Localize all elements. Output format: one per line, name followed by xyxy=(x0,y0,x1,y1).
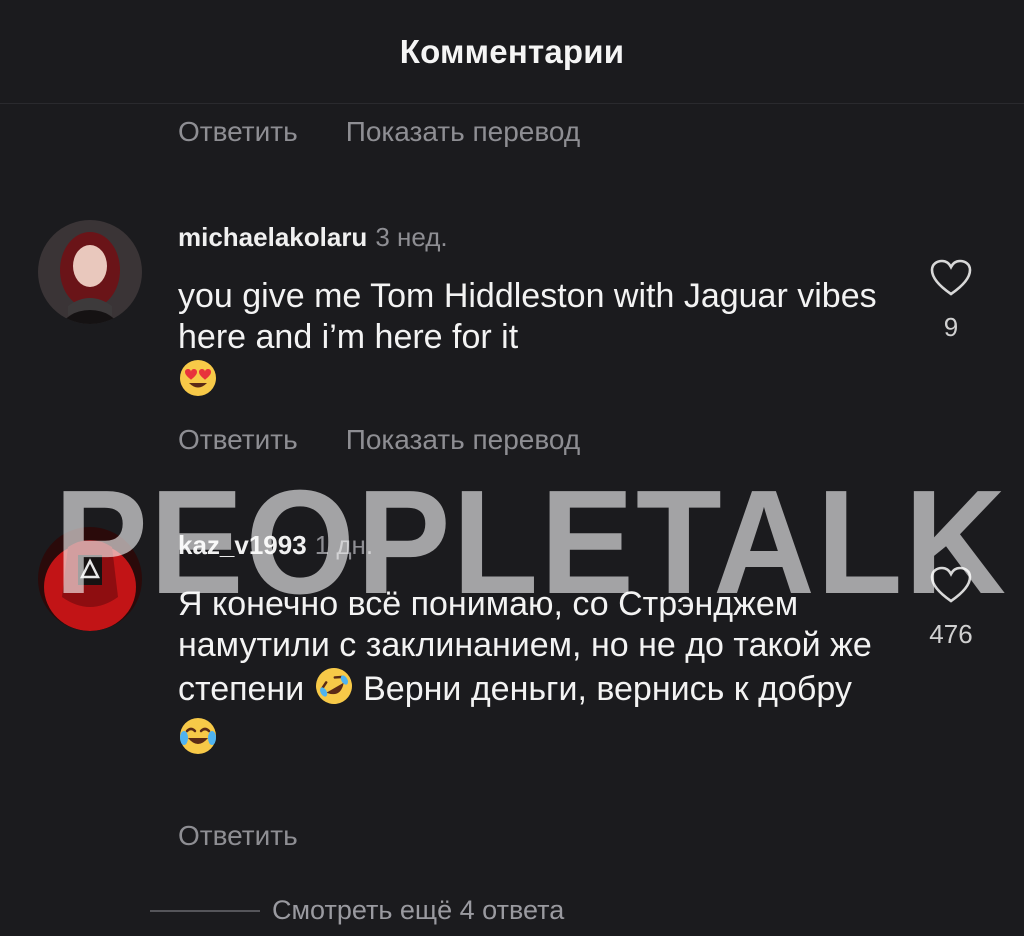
tears-of-joy-emoji-icon xyxy=(178,716,218,766)
comment-text: Я конечно всё понимаю, со Стрэнджем наму… xyxy=(178,584,898,766)
comments-screen: Комментарии Ответить Показать перевод mi… xyxy=(0,0,1024,936)
username[interactable]: kaz_v1993 xyxy=(178,530,307,560)
reply-button[interactable]: Ответить xyxy=(178,820,298,852)
comment-meta: kaz_v1993 1 дн. xyxy=(178,530,373,561)
comment-meta: michaelakolaru 3 нед. xyxy=(178,222,448,253)
like-control[interactable]: 9 xyxy=(921,258,981,343)
reply-button[interactable]: Ответить xyxy=(178,424,298,456)
like-count: 9 xyxy=(943,312,959,342)
comment-actions: Ответить xyxy=(178,820,298,852)
avatar[interactable] xyxy=(38,527,142,631)
comment-actions: Ответить Показать перевод xyxy=(178,424,580,456)
divider-line xyxy=(150,909,260,912)
comment-text: you give me Tom Hiddleston with Jaguar v… xyxy=(178,276,898,408)
like-control[interactable]: 476 xyxy=(921,565,981,650)
comment-body: you give me Tom Hiddleston with Jaguar v… xyxy=(178,277,877,356)
username[interactable]: michaelakolaru xyxy=(178,222,367,252)
show-translation-button[interactable]: Показать перевод xyxy=(346,424,581,456)
reply-button[interactable]: Ответить xyxy=(178,116,298,148)
comments-header: Комментарии xyxy=(0,0,1024,104)
view-more-replies[interactable]: Смотреть ещё 4 ответа xyxy=(150,895,564,926)
heart-eyes-emoji-icon xyxy=(178,358,218,408)
heart-icon[interactable] xyxy=(929,565,973,605)
comment-time: 1 дн. xyxy=(314,530,374,560)
like-count: 476 xyxy=(929,619,973,649)
heart-icon[interactable] xyxy=(929,258,973,298)
prev-comment-actions: Ответить Показать перевод xyxy=(178,116,580,148)
avatar[interactable] xyxy=(38,220,142,324)
rofl-emoji-icon xyxy=(314,666,354,716)
view-more-replies-label[interactable]: Смотреть ещё 4 ответа xyxy=(272,895,564,926)
page-title: Комментарии xyxy=(399,32,625,70)
comment-body-part2: Верни деньги, вернись к добру xyxy=(363,670,852,708)
show-translation-button[interactable]: Показать перевод xyxy=(346,116,581,148)
comment-time: 3 нед. xyxy=(375,222,448,252)
